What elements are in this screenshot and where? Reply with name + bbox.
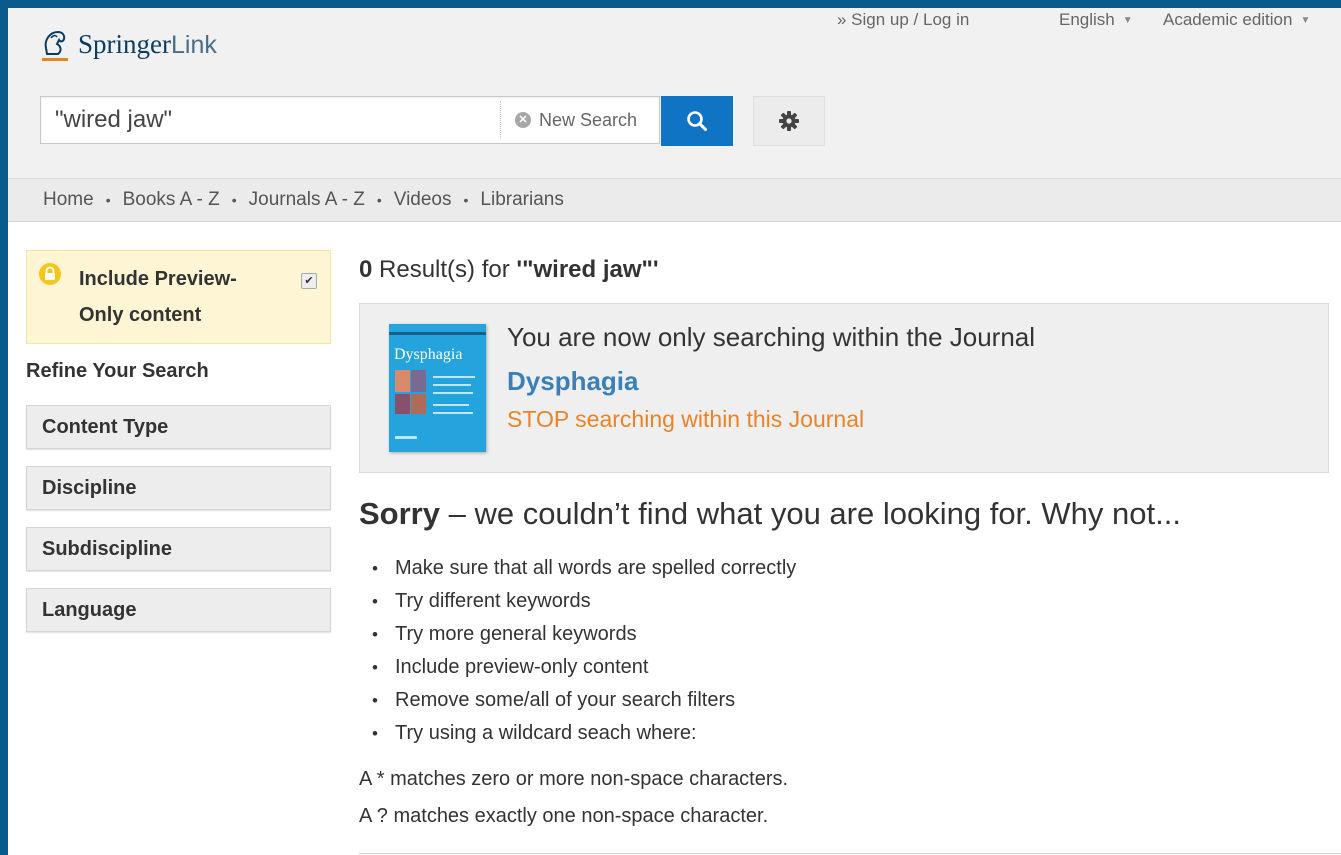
nav-separator: • — [105, 192, 111, 208]
chevron-down-icon: ▼ — [1300, 14, 1311, 26]
facet-content-type[interactable]: Content Type — [26, 405, 331, 449]
facet-language[interactable]: Language — [26, 588, 331, 632]
search-input[interactable] — [41, 97, 499, 143]
list-item: Include preview-only content — [359, 651, 796, 684]
gear-icon — [779, 111, 799, 131]
journal-cover-image[interactable]: Dysphagia — [389, 324, 486, 452]
edition-selector[interactable]: Academic edition ▼ — [1163, 10, 1310, 30]
header: SpringerLink » Sign up / Log in English … — [8, 8, 1341, 178]
divider — [359, 853, 1341, 854]
cover-photo — [395, 370, 410, 392]
nav-separator: • — [463, 192, 469, 208]
refine-search-title: Refine Your Search — [26, 360, 209, 382]
cover-text-line — [433, 384, 471, 386]
nav-home[interactable]: Home — [43, 189, 94, 211]
stop-searching-link[interactable]: STOP searching within this Journal — [507, 406, 864, 433]
search-icon — [687, 111, 707, 131]
wildcard-question-note: A ? matches exactly one non-space charac… — [359, 805, 769, 827]
cover-text-line — [433, 412, 473, 414]
lock-icon — [39, 263, 61, 285]
preview-only-checkbox[interactable]: ✔ — [301, 273, 317, 289]
nav-videos[interactable]: Videos — [394, 189, 452, 211]
clear-icon: ✕ — [515, 112, 531, 128]
list-item: Remove some/all of your search filters — [359, 684, 796, 717]
cover-photo — [411, 394, 426, 414]
list-item: Try different keywords — [359, 585, 796, 618]
sorry-rest: – we couldn’t find what you are looking … — [439, 496, 1181, 531]
preview-only-label: Include Preview-Only content — [79, 268, 237, 326]
search-divider — [500, 101, 501, 139]
list-item: Make sure that all words are spelled cor… — [359, 552, 796, 585]
springer-horse-icon — [42, 30, 68, 61]
logo-secondary: Link — [170, 30, 217, 59]
no-results-heading: Sorry – we couldn’t find what you are lo… — [359, 496, 1181, 532]
search-settings-button[interactable] — [753, 96, 825, 146]
facet-subdiscipline[interactable]: Subdiscipline — [26, 527, 331, 571]
results-query: '"wired jaw"' — [516, 256, 659, 283]
results-heading: 0 Result(s) for '"wired jaw"' — [359, 256, 659, 284]
springer-link-logo[interactable]: SpringerLink — [38, 24, 217, 64]
list-item: Try more general keywords — [359, 618, 796, 651]
results-label: Result(s) for — [372, 256, 517, 283]
cover-publisher-mark — [395, 436, 417, 439]
journal-scope-box: Dysphagia You are now only searching wit… — [359, 303, 1329, 473]
logo-primary: Springer — [78, 28, 171, 59]
nav-separator: • — [231, 192, 237, 208]
language-label: English — [1059, 10, 1115, 29]
cover-photo — [411, 370, 426, 392]
journal-scope-text: You are now only searching within the Jo… — [507, 322, 1036, 352]
cover-text-line — [433, 392, 473, 394]
wildcard-star-note: A * matches zero or more non-space chara… — [359, 768, 789, 790]
sorry-bold: Sorry — [359, 496, 440, 531]
new-search-button[interactable]: ✕ New Search — [515, 97, 637, 143]
cover-band — [389, 332, 486, 335]
list-item: Try using a wildcard seach where: — [359, 717, 796, 750]
nav-librarians[interactable]: Librarians — [480, 189, 563, 211]
edition-label: Academic edition — [1163, 10, 1293, 29]
facet-discipline[interactable]: Discipline — [26, 466, 331, 510]
cover-title: Dysphagia — [394, 346, 463, 363]
nav-separator: • — [376, 192, 382, 208]
cover-text-line — [433, 404, 469, 406]
chevron-down-icon: ▼ — [1122, 14, 1133, 26]
search-button[interactable] — [661, 96, 733, 146]
nav-books-a-z[interactable]: Books A - Z — [123, 189, 220, 211]
language-selector[interactable]: English ▼ — [1059, 10, 1133, 30]
nav-journals-a-z[interactable]: Journals A - Z — [249, 189, 365, 211]
search-tips-list: Make sure that all words are spelled cor… — [359, 552, 796, 750]
journal-name-link[interactable]: Dysphagia — [507, 366, 639, 397]
main-nav: Home • Books A - Z • Journals A - Z • Vi… — [8, 178, 1341, 222]
preview-only-filter: Include Preview-Only content ✔ — [26, 250, 331, 344]
page: SpringerLink » Sign up / Log in English … — [8, 8, 1341, 855]
search-box: ✕ New Search — [40, 96, 660, 144]
logo-text: SpringerLink — [78, 29, 217, 60]
signup-login-link[interactable]: » Sign up / Log in — [837, 10, 969, 30]
results-count: 0 — [359, 256, 373, 283]
cover-photo — [395, 394, 410, 414]
new-search-label: New Search — [539, 109, 638, 130]
cover-text-line — [433, 376, 475, 378]
